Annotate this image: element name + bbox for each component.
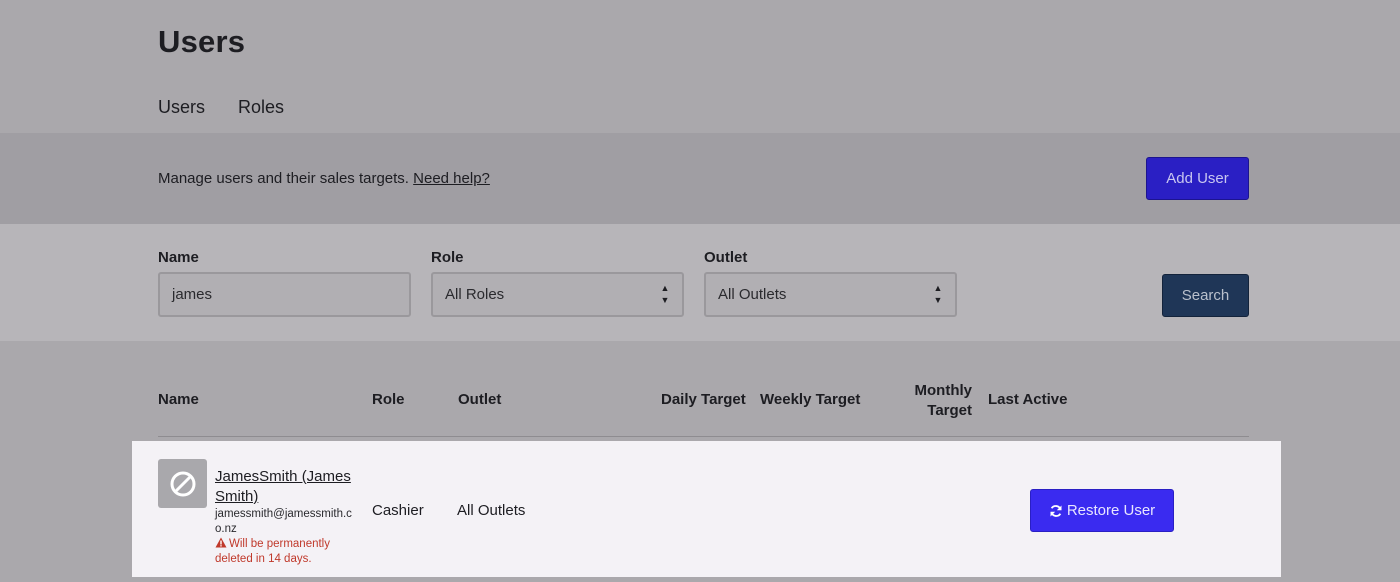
deletion-warning-text: Will be permanently deleted in 14 days. — [215, 538, 330, 565]
filter-bar: Name james Role All Roles ▲ ▼ Outlet All … — [0, 224, 1400, 341]
manage-text: Manage users and their sales targets. — [158, 170, 409, 187]
warning-triangle-icon — [215, 537, 227, 548]
manage-description: Manage users and their sales targets. Ne… — [158, 170, 490, 187]
deletion-warning: Will be permanently deleted in 14 days. — [215, 537, 355, 567]
need-help-link[interactable]: Need help? — [413, 170, 490, 187]
page-header: Users Users Roles — [0, 0, 1400, 133]
tabs: Users Roles — [158, 97, 284, 118]
select-arrows-icon: ▲ ▼ — [933, 283, 943, 305]
column-header-daily-target: Daily Target — [661, 391, 746, 408]
table-row: JamesSmith (James Smith) jamessmith@jame… — [132, 441, 1281, 577]
column-header-outlet: Outlet — [458, 391, 502, 408]
outlet-filter-value: All Outlets — [718, 286, 787, 303]
column-header-monthly-line1: Monthly — [914, 382, 973, 399]
tab-roles[interactable]: Roles — [238, 97, 284, 118]
name-filter-value: james — [172, 286, 213, 303]
users-table: Name Role Outlet Daily Target Weekly Tar… — [0, 341, 1400, 582]
restore-user-label: Restore User — [1066, 502, 1156, 519]
column-header-last-active: Last Active — [988, 391, 1068, 408]
column-header-role: Role — [372, 391, 405, 408]
page-title: Users — [158, 24, 246, 59]
column-header-monthly-target: Monthly Target — [900, 381, 973, 421]
outlet-filter-label: Outlet — [704, 249, 748, 266]
refresh-icon — [1050, 504, 1062, 517]
restore-user-button[interactable]: Restore User — [1030, 489, 1174, 532]
manage-bar: Manage users and their sales targets. Ne… — [0, 133, 1400, 224]
add-user-button[interactable]: Add User — [1146, 157, 1249, 200]
column-header-monthly-line2: Target — [927, 402, 972, 419]
role-filter-select[interactable]: All Roles ▲ ▼ — [431, 272, 684, 317]
avatar — [158, 459, 207, 508]
user-email: jamessmith@jamessmith.co.nz — [215, 508, 352, 535]
role-filter-value: All Roles — [445, 286, 505, 303]
ban-icon — [170, 471, 195, 496]
user-role: Cashier — [372, 502, 424, 519]
user-name-link[interactable]: JamesSmith (James Smith) — [215, 467, 365, 507]
column-header-weekly-target: Weekly Target — [760, 391, 861, 408]
user-outlet: All Outlets — [457, 502, 526, 519]
column-header-name: Name — [158, 391, 199, 408]
header-divider — [158, 436, 1249, 437]
tab-users[interactable]: Users — [158, 97, 205, 118]
select-arrows-icon: ▲ ▼ — [660, 283, 670, 305]
outlet-filter-select[interactable]: All Outlets ▲ ▼ — [704, 272, 957, 317]
search-button[interactable]: Search — [1162, 274, 1249, 317]
name-filter-label: Name — [158, 249, 199, 266]
role-filter-label: Role — [431, 249, 464, 266]
name-filter-input[interactable]: james — [158, 272, 411, 317]
